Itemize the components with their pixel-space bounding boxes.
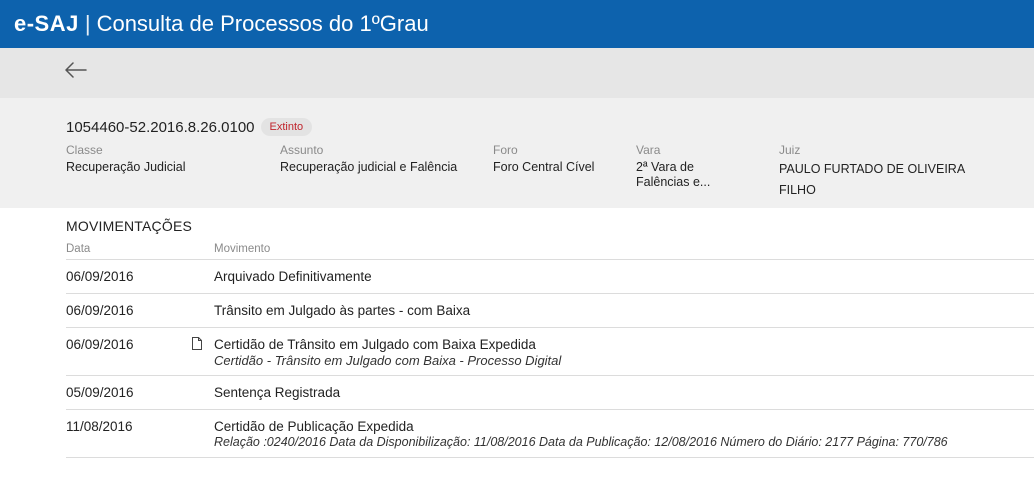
field-value-line1: PAULO FURTADO DE OLIVEIRA [779, 162, 966, 176]
app-title: Consulta de Processos do 1ºGrau [96, 11, 429, 36]
movements-section: MOVIMENTAÇÕES Data Movimento 06/09/2016 … [66, 218, 1034, 458]
header-date: Data [66, 242, 91, 255]
title-separator: | [84, 11, 91, 36]
table-row: 06/09/2016 Arquivado Definitivamente [66, 260, 1034, 294]
process-header: 1054460-52.2016.8.26.0100 Extinto Classe… [0, 98, 1034, 208]
movement-title: Certidão de Publicação Expedida [214, 419, 414, 434]
row-movement: Trânsito em Julgado às partes - com Baix… [214, 303, 470, 318]
document-icon[interactable] [192, 337, 202, 350]
arrow-left-icon [65, 62, 87, 78]
process-title-line: 1054460-52.2016.8.26.0100 Extinto [66, 118, 313, 136]
movement-title: Sentença Registrada [214, 385, 341, 400]
back-bar [0, 48, 1034, 98]
field-label: Assunto [280, 143, 324, 157]
row-movement: Arquivado Definitivamente [214, 269, 372, 284]
movement-detail: Relação :0240/2016 Data da Disponibiliza… [214, 435, 948, 449]
field-value-line1: 2ª Vara de [636, 160, 694, 174]
field-label: Classe [66, 143, 103, 157]
row-date: 06/09/2016 [66, 337, 134, 352]
row-movement: Certidão de Publicação Expedida Relação … [214, 419, 948, 449]
field-vara[interactable]: Vara 2ª Vara de Falências e... [636, 142, 710, 190]
field-foro: Foro Foro Central Cível [493, 142, 594, 175]
table-row: 06/09/2016 Trânsito em Julgado às partes… [66, 294, 1034, 328]
table-row: 11/08/2016 Certidão de Publicação Expedi… [66, 410, 1034, 458]
movement-title[interactable]: Certidão de Trânsito em Julgado com Baix… [214, 337, 561, 352]
movement-title: Arquivado Definitivamente [214, 269, 372, 284]
row-movement: Certidão de Trânsito em Julgado com Baix… [214, 337, 561, 368]
field-classe: Classe Recuperação Judicial [66, 142, 186, 175]
section-title: MOVIMENTAÇÕES [66, 218, 193, 234]
app-header: e-SAJ | Consulta de Processos do 1ºGrau [0, 0, 1034, 48]
table-row: 05/09/2016 Sentença Registrada [66, 376, 1034, 410]
table-header: Data Movimento [66, 238, 1034, 260]
status-badge: Extinto [260, 118, 313, 136]
row-date: 06/09/2016 [66, 303, 134, 318]
row-date: 11/08/2016 [66, 419, 133, 434]
row-date: 06/09/2016 [66, 269, 134, 284]
field-juiz: Juiz PAULO FURTADO DE OLIVEIRA FILHO [779, 142, 965, 201]
back-button[interactable] [62, 56, 90, 84]
field-value: Recuperação judicial e Falência [280, 160, 458, 174]
row-date: 05/09/2016 [66, 385, 134, 400]
table-row: 06/09/2016 Certidão de Trânsito em Julga… [66, 328, 1034, 376]
process-number: 1054460-52.2016.8.26.0100 [66, 118, 255, 136]
field-value-line2: FILHO [779, 183, 816, 197]
movement-title: Trânsito em Julgado às partes - com Baix… [214, 303, 471, 318]
field-label: Vara [636, 143, 661, 157]
field-label: Foro [493, 143, 518, 157]
brand-logo[interactable]: e-SAJ [14, 11, 79, 37]
field-label: Juiz [779, 143, 801, 157]
field-value-line2: Falências e... [636, 175, 711, 189]
header-movement: Movimento [214, 242, 271, 255]
movement-detail: Certidão - Trânsito em Julgado com Baixa… [214, 353, 562, 368]
field-value: Recuperação Judicial [66, 160, 186, 174]
field-value: Foro Central Cível [493, 160, 595, 174]
row-movement: Sentença Registrada [214, 385, 340, 400]
field-assunto: Assunto Recuperação judicial e Falência [280, 142, 457, 175]
